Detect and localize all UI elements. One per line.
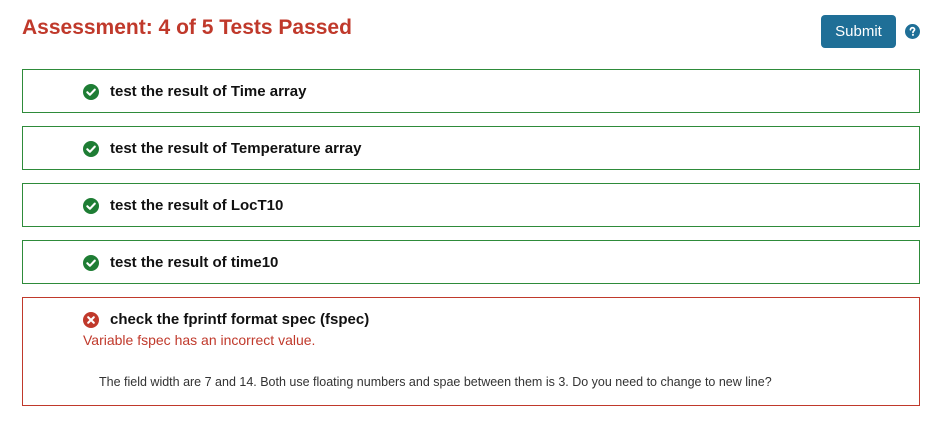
check-circle-icon [83,198,99,214]
test-result-time-array: test the result of Time array [22,69,920,113]
test-label: check the fprintf format spec (fspec) [110,311,370,328]
check-circle-icon [83,141,99,157]
submit-button[interactable]: Submit [821,15,896,48]
test-result-fprintf-format-spec: check the fprintf format spec (fspec) Va… [22,297,920,406]
test-result-time10: test the result of time10 [22,240,920,284]
test-label: test the result of time10 [110,254,279,271]
assessment-title: Assessment: 4 of 5 Tests Passed [22,16,352,39]
test-label: test the result of Temperature array [110,140,362,157]
check-circle-icon [83,84,99,100]
check-circle-icon [83,255,99,271]
test-label: test the result of LocT10 [110,197,284,214]
test-label: test the result of Time array [110,83,307,100]
question-circle-icon[interactable] [905,24,920,39]
test-result-loct10: test the result of LocT10 [22,183,920,227]
x-circle-icon [83,312,99,328]
test-result-temperature-array: test the result of Temperature array [22,126,920,170]
error-message: Variable fspec has an incorrect value. [83,332,316,348]
feedback-text: The field width are 7 and 14. Both use f… [99,375,772,389]
